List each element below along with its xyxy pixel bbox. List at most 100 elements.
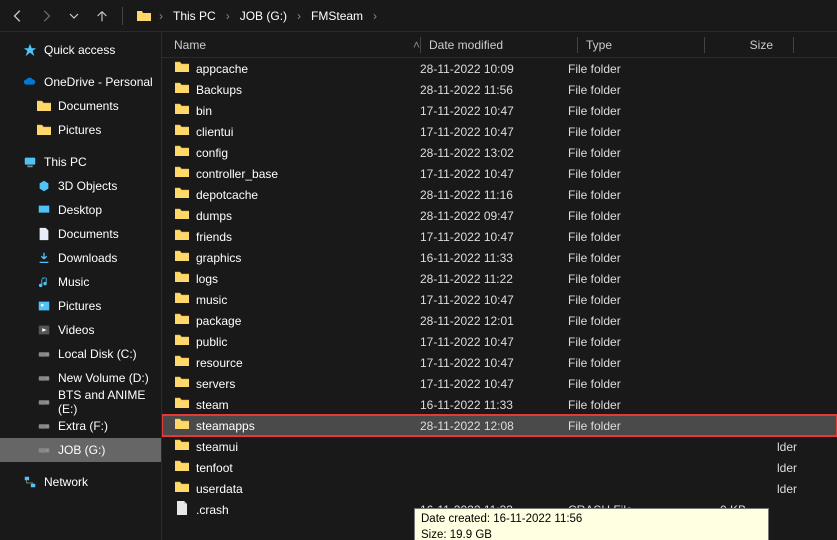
breadcrumb-folder[interactable]: FMSteam — [307, 7, 367, 25]
sidebar-item[interactable]: Documents — [0, 222, 161, 246]
sidebar-item-label: This PC — [44, 155, 87, 169]
breadcrumb-drive[interactable]: JOB (G:) — [236, 7, 291, 25]
sidebar-item[interactable]: Extra (F:) — [0, 414, 161, 438]
chevron-right-icon[interactable]: › — [224, 9, 232, 23]
table-row[interactable]: bin 17-11-2022 10:47 File folder — [162, 100, 837, 121]
sort-arrow-icon: ˄ — [413, 38, 420, 52]
table-row[interactable]: resource 17-11-2022 10:47 File folder — [162, 352, 837, 373]
chevron-right-icon[interactable]: › — [295, 9, 303, 23]
file-name: steam — [196, 398, 229, 412]
item-icon — [36, 178, 52, 194]
table-row[interactable]: music 17-11-2022 10:47 File folder — [162, 289, 837, 310]
recent-dropdown[interactable] — [60, 2, 88, 30]
folder-icon — [174, 395, 190, 414]
table-row[interactable]: steamui lder — [162, 436, 837, 457]
sidebar-this-pc[interactable]: This PC — [0, 150, 161, 174]
file-name: friends — [196, 230, 232, 244]
sidebar-item[interactable]: JOB (G:) — [0, 438, 161, 462]
file-date: 28-11-2022 12:01 — [420, 314, 568, 328]
file-date: 28-11-2022 09:47 — [420, 209, 568, 223]
forward-button[interactable] — [32, 2, 60, 30]
sidebar-item[interactable]: Pictures — [0, 118, 161, 142]
column-date[interactable]: Date modified — [429, 38, 577, 52]
sidebar-item[interactable]: Videos — [0, 318, 161, 342]
sidebar-item[interactable]: Downloads — [0, 246, 161, 270]
table-row[interactable]: userdata lder — [162, 478, 837, 499]
file-date: 17-11-2022 10:47 — [420, 104, 568, 118]
file-date: 28-11-2022 11:22 — [420, 272, 568, 286]
file-date: 28-11-2022 10:09 — [420, 62, 568, 76]
table-row[interactable]: logs 28-11-2022 11:22 File folder — [162, 268, 837, 289]
table-row[interactable]: package 28-11-2022 12:01 File folder — [162, 310, 837, 331]
file-type: File folder — [568, 377, 686, 391]
file-date: 17-11-2022 10:47 — [420, 167, 568, 181]
file-name: dumps — [196, 209, 232, 223]
breadcrumb[interactable]: › This PC › JOB (G:) › FMSteam › — [129, 7, 379, 25]
table-row[interactable]: Backups 28-11-2022 11:56 File folder — [162, 79, 837, 100]
table-row[interactable]: config 28-11-2022 13:02 File folder — [162, 142, 837, 163]
file-type: File folder — [568, 398, 686, 412]
sidebar-item[interactable]: 3D Objects — [0, 174, 161, 198]
column-name[interactable]: Name ˄ — [162, 38, 420, 52]
table-row[interactable]: dumps 28-11-2022 09:47 File folder — [162, 205, 837, 226]
folder-icon — [174, 416, 190, 435]
up-button[interactable] — [88, 2, 116, 30]
sidebar-item[interactable]: Desktop — [0, 198, 161, 222]
file-type: File folder — [568, 209, 686, 223]
sidebar-quick-access[interactable]: Quick access — [0, 38, 161, 62]
column-headers: Name ˄ Date modified Type Size — [162, 32, 837, 58]
table-row[interactable]: controller_base 17-11-2022 10:47 File fo… — [162, 163, 837, 184]
table-row[interactable]: public 17-11-2022 10:47 File folder — [162, 331, 837, 352]
sidebar-item[interactable]: Music — [0, 270, 161, 294]
file-date: 28-11-2022 13:02 — [420, 146, 568, 160]
sidebar-item[interactable]: Local Disk (C:) — [0, 342, 161, 366]
folder-icon — [174, 80, 190, 99]
sidebar-item[interactable]: Pictures — [0, 294, 161, 318]
sidebar-item-label: BTS and ANIME (E:) — [58, 388, 161, 416]
column-type[interactable]: Type — [586, 38, 704, 52]
file-date: 28-11-2022 11:16 — [420, 188, 568, 202]
table-row[interactable]: depotcache 28-11-2022 11:16 File folder — [162, 184, 837, 205]
tooltip: Date created: 16-11-2022 11:56Size: 19.9… — [414, 508, 769, 540]
file-name: userdata — [196, 482, 243, 496]
sidebar-item-label: Music — [58, 275, 89, 289]
table-row[interactable]: servers 17-11-2022 10:47 File folder — [162, 373, 837, 394]
sidebar-item[interactable]: Documents — [0, 94, 161, 118]
file-name: clientui — [196, 125, 233, 139]
folder-icon — [174, 59, 190, 78]
sidebar-item-label: Desktop — [58, 203, 102, 217]
table-row[interactable]: steamapps 28-11-2022 12:08 File folder — [162, 415, 837, 436]
sidebar-item-label: Downloads — [58, 251, 117, 265]
column-size[interactable]: Size — [713, 38, 793, 52]
folder-icon — [174, 164, 190, 183]
breadcrumb-this-pc[interactable]: This PC — [169, 7, 220, 25]
back-button[interactable] — [4, 2, 32, 30]
table-row[interactable]: clientui 17-11-2022 10:47 File folder — [162, 121, 837, 142]
pc-icon — [22, 154, 38, 170]
item-icon — [36, 202, 52, 218]
folder-icon — [174, 101, 190, 120]
sidebar-item-label: Quick access — [44, 43, 115, 57]
file-date: 16-11-2022 11:33 — [420, 398, 568, 412]
table-row[interactable]: appcache 28-11-2022 10:09 File folder — [162, 58, 837, 79]
table-row[interactable]: steam 16-11-2022 11:33 File folder — [162, 394, 837, 415]
item-icon — [36, 370, 52, 386]
sidebar-item[interactable]: New Volume (D:) — [0, 366, 161, 390]
file-type: File folder — [568, 272, 686, 286]
file-date: 17-11-2022 10:47 — [420, 356, 568, 370]
table-row[interactable]: tenfoot lder — [162, 457, 837, 478]
table-row[interactable]: friends 17-11-2022 10:47 File folder — [162, 226, 837, 247]
file-type: File folder — [568, 167, 686, 181]
file-date: 17-11-2022 10:47 — [420, 335, 568, 349]
chevron-right-icon[interactable]: › — [371, 9, 379, 23]
sidebar-onedrive[interactable]: OneDrive - Personal — [0, 70, 161, 94]
file-name: music — [196, 293, 227, 307]
table-row[interactable]: graphics 16-11-2022 11:33 File folder — [162, 247, 837, 268]
content-area: Name ˄ Date modified Type Size appcache … — [162, 32, 837, 540]
sidebar-item[interactable]: BTS and ANIME (E:) — [0, 390, 161, 414]
file-type: File folder — [568, 356, 686, 370]
item-icon — [36, 322, 52, 338]
sidebar-network[interactable]: Network — [0, 470, 161, 494]
chevron-right-icon[interactable]: › — [157, 9, 165, 23]
file-type: File folder — [568, 188, 686, 202]
